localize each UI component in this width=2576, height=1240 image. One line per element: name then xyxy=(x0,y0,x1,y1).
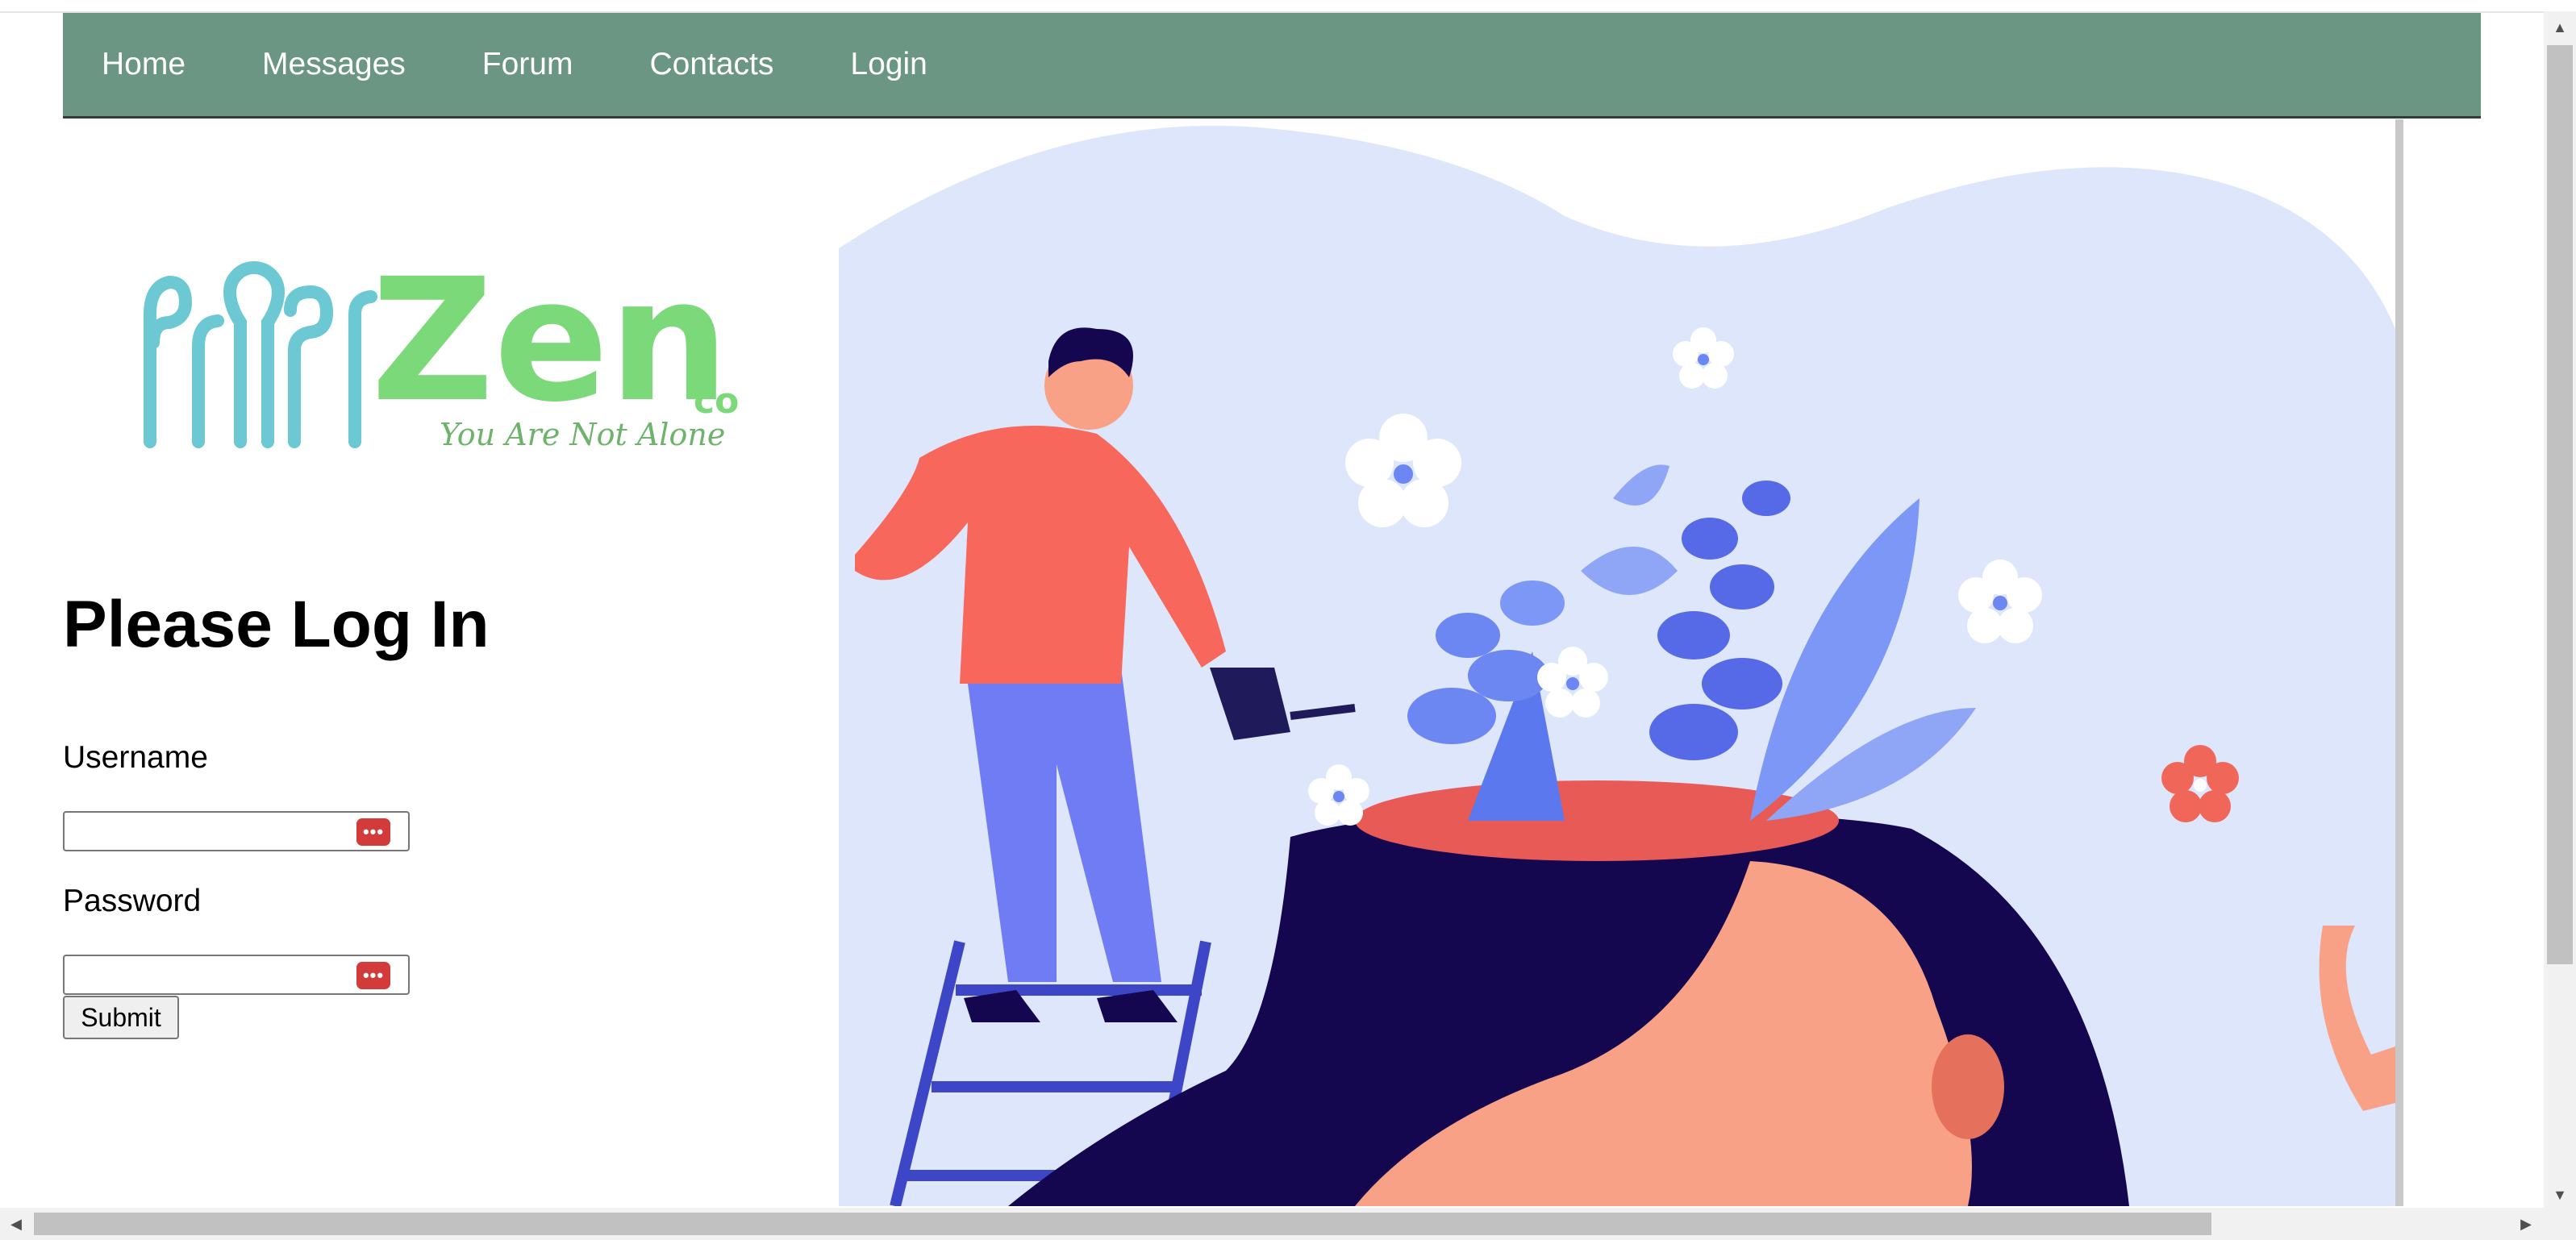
vertical-scroll-thumb[interactable] xyxy=(2547,45,2573,964)
content-divider xyxy=(2395,119,2403,1206)
nav-login[interactable]: Login xyxy=(850,47,927,82)
horizontal-scrollbar[interactable]: ◀ ▶ xyxy=(0,1208,2576,1240)
scroll-right-arrow-icon[interactable]: ▶ xyxy=(2516,1214,2536,1234)
username-label: Username xyxy=(63,740,208,775)
zen-logo: Zen co You Are Not Alone xyxy=(144,242,739,452)
logo-suffix: co xyxy=(694,381,739,422)
key-dots-icon[interactable]: ••• xyxy=(356,818,390,846)
key-dots-icon[interactable]: ••• xyxy=(356,962,390,989)
submit-button[interactable]: Submit xyxy=(63,996,179,1039)
scroll-left-arrow-icon[interactable]: ◀ xyxy=(6,1214,26,1234)
nav-messages[interactable]: Messages xyxy=(262,47,406,82)
browser-top-edge xyxy=(0,0,2576,13)
password-field[interactable]: ••• xyxy=(63,955,410,995)
horizontal-scroll-thumb[interactable] xyxy=(34,1213,2211,1235)
vertical-scrollbar[interactable]: ▲ ▼ xyxy=(2544,11,2576,1208)
main-nav: Home Messages Forum Contacts Login xyxy=(63,13,2481,119)
logo-tagline: You Are Not Alone xyxy=(440,417,725,452)
username-field[interactable]: ••• xyxy=(63,811,410,851)
scroll-up-arrow-icon[interactable]: ▲ xyxy=(2550,18,2570,37)
nav-home[interactable]: Home xyxy=(102,47,185,82)
scroll-down-arrow-icon[interactable]: ▼ xyxy=(2550,1185,2570,1205)
hero-illustration xyxy=(839,125,2395,1206)
ear xyxy=(1932,1034,2004,1139)
nav-forum[interactable]: Forum xyxy=(482,47,573,82)
password-input[interactable] xyxy=(69,958,363,993)
logo-text: Zen xyxy=(371,242,729,439)
password-label: Password xyxy=(63,884,202,918)
username-input[interactable] xyxy=(69,814,363,850)
nav-contacts[interactable]: Contacts xyxy=(649,47,773,82)
page-title: Please Log In xyxy=(63,588,490,661)
